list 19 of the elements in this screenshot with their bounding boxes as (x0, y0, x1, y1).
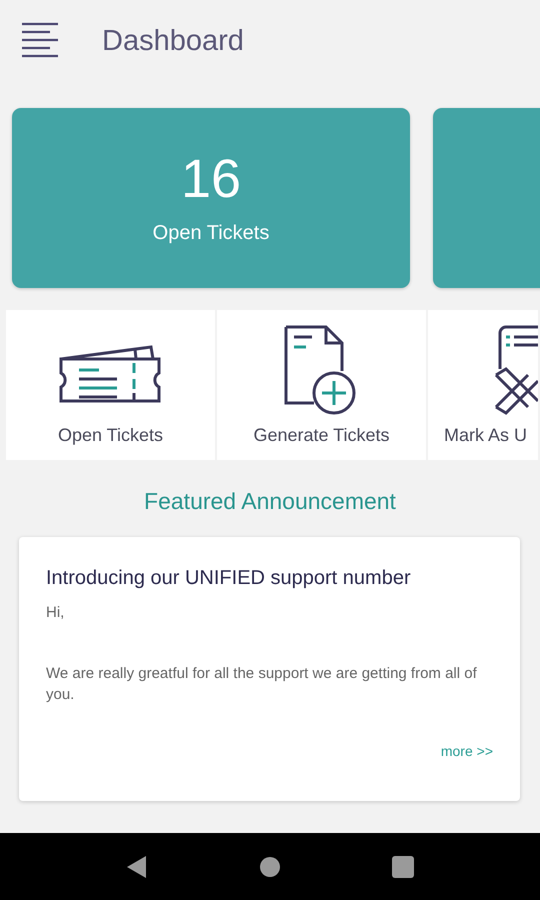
announcement-title: Introducing our UNIFIED support number (46, 567, 412, 590)
stat-count: 16 (180, 152, 242, 206)
recents-icon[interactable] (392, 856, 414, 878)
back-icon[interactable] (126, 854, 148, 878)
home-icon[interactable] (258, 856, 281, 878)
menu-icon[interactable] (21, 22, 59, 60)
action-tile[interactable]: Mark As U (428, 310, 538, 460)
page-title: Dashboard (102, 24, 244, 58)
action-label: Mark As U (444, 425, 528, 446)
action-tile[interactable]: Open Tickets (6, 310, 215, 460)
cross-list-icon (492, 325, 538, 415)
action-label: Open Tickets (58, 425, 164, 446)
action-tile[interactable]: Generate Tickets (217, 310, 426, 460)
section-heading: Featured Announcement (143, 488, 397, 515)
stat-label: Open Tickets (152, 222, 270, 244)
greeting-text: Hi, (46, 604, 66, 621)
announcement-card[interactable]: Introducing our UNIFIED support number Hi, We are really greatful for all the support we are getting from all of you. more >> (19, 537, 520, 801)
announcement-text: We are really greatful for all the support we are getting from all of you. (46, 664, 478, 705)
action-label: Generate Tickets (253, 425, 390, 446)
